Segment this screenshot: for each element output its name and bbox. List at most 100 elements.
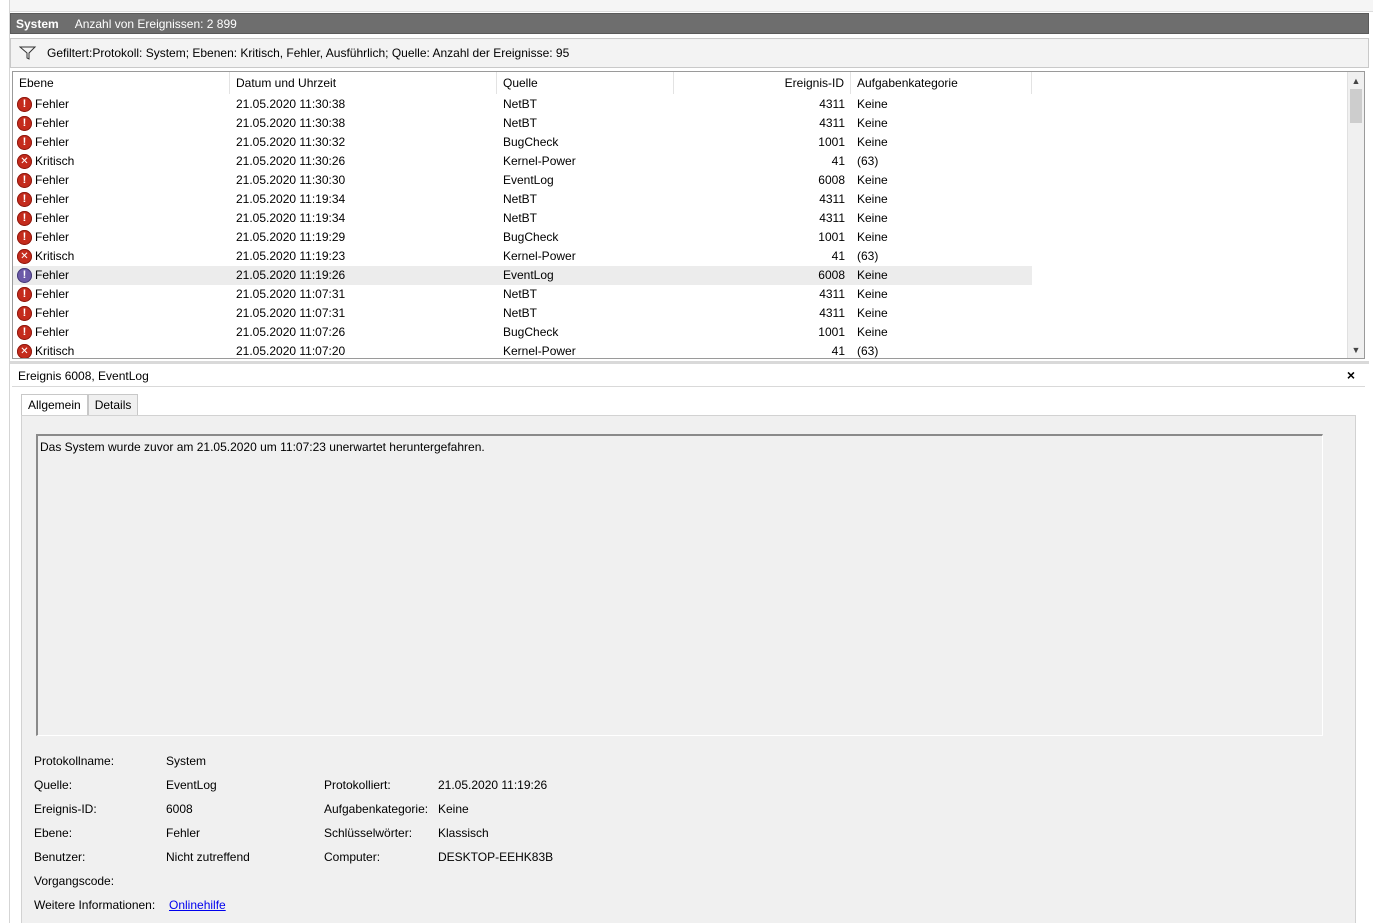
cell-level: ✕ Kritisch xyxy=(13,152,230,171)
level-text: Kritisch xyxy=(35,249,75,263)
prop-value-logged: 21.05.2020 11:19:26 xyxy=(438,778,548,792)
cell-task-category: Keine xyxy=(857,192,888,206)
level-text: Fehler xyxy=(35,211,70,225)
cell-task-category: Keine xyxy=(857,135,888,149)
cell-event-id: 4311 xyxy=(819,97,845,111)
event-row[interactable]: ✕ Kritisch 21.05.2020 11:19:23 Kernel-Power… xyxy=(13,247,1349,266)
event-count: Anzahl von Ereignissen: 2 899 xyxy=(74,16,237,31)
general-tab-panel: Das System wurde zuvor am 21.05.2020 um … xyxy=(21,415,1356,923)
cell-source: Kernel-Power xyxy=(503,344,576,358)
cell-event-id: 4311 xyxy=(819,306,845,320)
event-message-box[interactable]: Das System wurde zuvor am 21.05.2020 um … xyxy=(36,434,1323,736)
event-row[interactable]: ! Fehler 21.05.2020 11:19:26 EventLog 6008 Ke… xyxy=(13,266,1349,285)
cell-task-category: Keine xyxy=(857,306,888,320)
event-row[interactable]: ! Fehler 21.05.2020 11:19:34 NetBT 4311 Keine xyxy=(13,209,1349,228)
column-header-source[interactable]: Quelle xyxy=(497,72,674,94)
cell-date: 21.05.2020 11:19:23 xyxy=(236,249,346,263)
cell-event-id: 41 xyxy=(831,249,845,263)
detail-tabs: Allgemein Details xyxy=(21,394,139,417)
event-list[interactable]: Ebene Datum und Uhrzeit Quelle Ereignis-… xyxy=(12,71,1365,359)
scroll-down-icon[interactable]: ▼ xyxy=(1348,341,1364,358)
cell-event-id: 6008 xyxy=(818,173,845,187)
event-detail-header: Ereignis 6008, EventLog × xyxy=(12,365,1365,387)
cell-event-id: 41 xyxy=(831,154,845,168)
top-toolbar-gap xyxy=(10,0,1373,12)
error-icon: ! xyxy=(17,287,32,302)
filter-icon xyxy=(19,46,37,60)
event-list-scrollbar[interactable]: ▲ ▼ xyxy=(1347,72,1364,358)
cell-date: 21.05.2020 11:07:31 xyxy=(236,287,346,301)
prop-label-keywords: Schlüsselwörter: xyxy=(324,826,413,840)
cell-source: Kernel-Power xyxy=(503,154,576,168)
event-row[interactable]: ! Fehler 21.05.2020 11:30:32 BugCheck 1001 Ke… xyxy=(13,133,1349,152)
error-icon: ! xyxy=(17,306,32,321)
prop-value-task: Keine xyxy=(438,802,469,816)
cell-level: ! Fehler xyxy=(13,171,230,190)
cell-source: NetBT xyxy=(503,192,538,206)
scrollbar-thumb[interactable] xyxy=(1350,89,1362,123)
tab-general[interactable]: Allgemein xyxy=(21,394,88,417)
level-text: Fehler xyxy=(35,192,70,206)
prop-value-keywords: Klassisch xyxy=(438,826,489,840)
cell-level: ✕ Kritisch xyxy=(13,342,230,358)
cell-source: NetBT xyxy=(503,287,538,301)
scroll-up-icon[interactable]: ▲ xyxy=(1348,72,1364,89)
column-header-level[interactable]: Ebene xyxy=(13,72,230,94)
column-header-event-id[interactable]: Ereignis-ID xyxy=(674,72,851,94)
pane-splitter[interactable] xyxy=(10,361,1369,364)
error-icon: ! xyxy=(17,268,32,283)
cell-source: Kernel-Power xyxy=(503,249,576,263)
prop-value-user: Nicht zutreffend xyxy=(166,850,250,864)
tab-details[interactable]: Details xyxy=(87,394,139,416)
cell-level: ! Fehler xyxy=(13,285,230,304)
event-row[interactable]: ! Fehler 21.05.2020 11:30:30 EventLog 6008 Ke… xyxy=(13,171,1349,190)
cell-source: EventLog xyxy=(497,266,674,285)
cell-task-category: Keine xyxy=(857,287,888,301)
online-help-link[interactable]: Onlinehilfe xyxy=(169,896,226,914)
level-text: Fehler xyxy=(35,268,70,282)
cell-level: ! Fehler xyxy=(13,304,230,323)
cell-task-category: (63) xyxy=(857,344,879,358)
event-message: Das System wurde zuvor am 21.05.2020 um … xyxy=(40,440,485,454)
cell-level: ✕ Kritisch xyxy=(13,247,230,266)
cell-date: 21.05.2020 11:30:30 xyxy=(236,173,346,187)
close-icon[interactable]: × xyxy=(1347,367,1355,383)
prop-value-id: 6008 xyxy=(166,802,193,816)
event-detail-title: Ereignis 6008, EventLog xyxy=(18,368,149,383)
cell-event-id: 4311 xyxy=(819,211,845,225)
prop-label-log: Protokollname: xyxy=(34,754,115,768)
cell-source: BugCheck xyxy=(503,135,559,149)
critical-icon: ✕ xyxy=(17,154,32,169)
cell-level: ! Fehler xyxy=(13,228,230,247)
level-text: Kritisch xyxy=(35,344,75,358)
cell-date: 21.05.2020 11:30:32 xyxy=(236,135,346,149)
critical-icon: ✕ xyxy=(17,249,32,264)
filter-text: Gefiltert:Protokoll: System; Ebenen: Kri… xyxy=(47,46,570,60)
cell-date: 21.05.2020 11:19:26 xyxy=(230,266,497,285)
cell-task-category: Keine xyxy=(857,173,888,187)
prop-label-user: Benutzer: xyxy=(34,850,86,864)
prop-value-computer: DESKTOP-EEHK83B xyxy=(438,850,554,864)
cell-source: NetBT xyxy=(503,211,538,225)
event-row[interactable]: ! Fehler 21.05.2020 11:19:29 BugCheck 1001 Ke… xyxy=(13,228,1349,247)
cell-task-category: Keine xyxy=(857,211,888,225)
cell-event-id: 4311 xyxy=(819,116,845,130)
event-row[interactable]: ! Fehler 21.05.2020 11:07:26 BugCheck 1001 Ke… xyxy=(13,323,1349,342)
cell-event-id: 1001 xyxy=(818,325,845,339)
event-row[interactable]: ! Fehler 21.05.2020 11:07:31 NetBT 4311 Keine xyxy=(13,304,1349,323)
event-row[interactable]: ! Fehler 21.05.2020 11:30:38 NetBT 4311 Keine xyxy=(13,95,1349,114)
cell-source: BugCheck xyxy=(503,325,559,339)
column-header-date[interactable]: Datum und Uhrzeit xyxy=(230,72,497,94)
event-row[interactable]: ✕ Kritisch 21.05.2020 11:07:20 Kernel-Power… xyxy=(13,342,1349,358)
log-title-bar: System Anzahl von Ereignissen: 2 899 xyxy=(10,13,1369,34)
event-row[interactable]: ! Fehler 21.05.2020 11:07:31 NetBT 4311 Keine xyxy=(13,285,1349,304)
event-list-header: Ebene Datum und Uhrzeit Quelle Ereignis-… xyxy=(13,72,1349,94)
prop-value-level: Fehler xyxy=(166,826,201,840)
cell-source: EventLog xyxy=(503,173,554,187)
cell-task-category: Keine xyxy=(857,97,888,111)
event-row[interactable]: ! Fehler 21.05.2020 11:30:38 NetBT 4311 Keine xyxy=(13,114,1349,133)
cell-level: ! Fehler xyxy=(13,266,230,285)
column-header-task-category[interactable]: Aufgabenkategorie xyxy=(851,72,1032,94)
event-row[interactable]: ! Fehler 21.05.2020 11:19:34 NetBT 4311 Keine xyxy=(13,190,1349,209)
event-row[interactable]: ✕ Kritisch 21.05.2020 11:30:26 Kernel-Power… xyxy=(13,152,1349,171)
